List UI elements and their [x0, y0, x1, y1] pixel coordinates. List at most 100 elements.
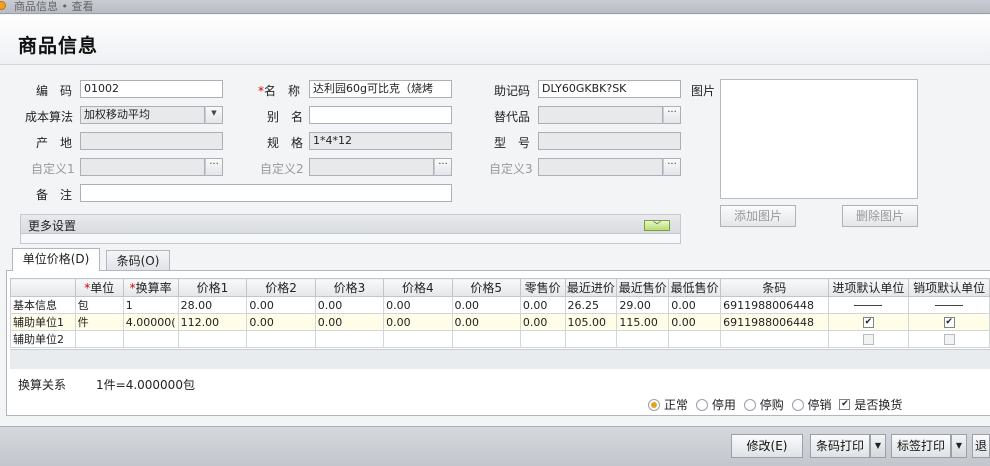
col-header-rate[interactable]: *换算率 [122, 278, 179, 297]
radio-stop-sale[interactable] [791, 398, 804, 411]
cell-price4[interactable] [383, 330, 453, 348]
cell-price3[interactable]: 0.00 [314, 313, 385, 331]
col-header-price3[interactable]: 价格3 [314, 278, 385, 297]
col-header-last-in[interactable]: 最近进价 [564, 278, 618, 297]
barcode-print-button[interactable]: 条码打印 [810, 434, 870, 458]
col-header-in-default[interactable]: 进项默认单位 [827, 278, 910, 297]
cell-price4[interactable]: 0.00 [383, 296, 453, 314]
custom2-picker-icon[interactable]: ··· [434, 158, 452, 176]
table-row[interactable]: 基本信息 包 1 28.00 0.00 0.00 0.00 0.00 0.00 … [10, 296, 990, 314]
checkbox-checked[interactable]: ✔ [862, 317, 874, 328]
tab-unit-price[interactable]: 单位价格(D) [12, 248, 100, 271]
remark-label: 备 注 [36, 188, 73, 202]
model-field[interactable] [538, 132, 681, 150]
cell-price3[interactable]: 0.00 [314, 296, 385, 314]
cell-last-in[interactable] [564, 330, 618, 348]
cell-price4[interactable]: 0.00 [383, 313, 453, 331]
edit-button[interactable]: 修改(E) [731, 434, 803, 458]
custom1-field[interactable] [80, 158, 205, 176]
col-header-price1[interactable]: 价格1 [177, 278, 248, 297]
radio-disabled[interactable] [695, 398, 708, 411]
radio-normal[interactable] [648, 398, 660, 411]
cell-rate[interactable]: 4.00000( [122, 313, 179, 331]
cell-unit[interactable]: 包 [74, 296, 124, 314]
cell-barcode[interactable]: 6911988006448 [720, 313, 829, 331]
origin-field[interactable] [80, 132, 223, 150]
col-header-price2[interactable]: 价格2 [246, 278, 316, 297]
tab-barcode[interactable]: 条码(O) [106, 250, 170, 272]
substitute-picker-icon[interactable]: ··· [663, 106, 681, 124]
name-field[interactable]: 达利园60g可比克（烧烤 [309, 80, 452, 98]
cell-price1[interactable]: 28.00 [177, 296, 248, 314]
cell-min[interactable]: 0.00 [668, 313, 722, 331]
cell-price5[interactable]: 0.00 [451, 313, 521, 331]
col-header-retail[interactable]: 零售价 [519, 278, 566, 297]
custom1-picker-icon[interactable]: ··· [205, 158, 223, 176]
mnemonic-field[interactable]: DLY60GKBK?SK [538, 80, 681, 98]
expand-chevron-icon[interactable]: ﹀ [644, 220, 670, 231]
checkbox-unchecked[interactable] [862, 334, 874, 345]
cell-last-in[interactable]: 105.00 [564, 313, 618, 331]
cell-rate[interactable]: 1 [122, 296, 179, 314]
cell-unit[interactable]: 件 [74, 313, 124, 331]
table-row[interactable]: 辅助单位1 件 4.00000( 112.00 0.00 0.00 0.00 0… [10, 313, 990, 331]
origin-label: 产 地 [36, 136, 73, 150]
custom2-field[interactable] [309, 158, 434, 176]
code-field[interactable]: 01002 [80, 80, 223, 98]
cell-retail[interactable] [519, 330, 566, 348]
custom3-picker-icon[interactable]: ··· [663, 158, 681, 176]
cost-method-dropdown-icon[interactable]: ▼ [205, 106, 223, 124]
label-print-dropdown-icon[interactable]: ▼ [951, 434, 967, 458]
cell-unit[interactable] [74, 330, 124, 348]
more-settings-header[interactable]: 更多设置 ﹀ [21, 215, 680, 234]
substitute-field[interactable] [538, 106, 663, 124]
delete-image-button[interactable]: 删除图片 [842, 205, 918, 227]
cell-retail[interactable]: 0.00 [519, 313, 566, 331]
exchange-checkbox[interactable]: ✔ [839, 399, 851, 410]
cell-out-default[interactable]: ✔ [908, 313, 990, 331]
exit-button[interactable]: 退 [972, 434, 990, 458]
cell-retail[interactable]: 0.00 [519, 296, 566, 314]
cell-price5[interactable]: 0.00 [451, 296, 521, 314]
col-header-last-out[interactable]: 最近售价 [616, 278, 670, 297]
cell-price1[interactable]: 112.00 [177, 313, 248, 331]
cell-rate[interactable] [122, 330, 179, 348]
checkbox-unchecked[interactable] [943, 334, 955, 345]
col-header-barcode[interactable]: 条码 [720, 278, 829, 297]
table-row[interactable]: 辅助单位2 [10, 330, 990, 348]
col-header-price5[interactable]: 价格5 [451, 278, 521, 297]
spec-field[interactable]: 1*4*12 [309, 132, 452, 150]
cell-price2[interactable]: 0.00 [246, 313, 316, 331]
custom3-field[interactable] [538, 158, 663, 176]
cell-out-default[interactable] [908, 330, 990, 348]
col-header-out-default[interactable]: 销项默认单位 [908, 278, 990, 297]
cell-price2[interactable]: 0.00 [246, 296, 316, 314]
cell-last-out[interactable] [616, 330, 670, 348]
cell-last-in[interactable]: 26.25 [564, 296, 618, 314]
cell-last-out[interactable]: 29.00 [616, 296, 670, 314]
add-image-button[interactable]: 添加图片 [720, 205, 796, 227]
cell-barcode[interactable] [720, 330, 829, 348]
cell-last-out[interactable]: 115.00 [616, 313, 670, 331]
radio-stop-purchase[interactable] [743, 398, 756, 411]
checkbox-checked[interactable]: ✔ [943, 317, 955, 328]
row-name: 辅助单位1 [10, 313, 76, 331]
image-label: 图片 [691, 84, 716, 98]
cell-barcode[interactable]: 6911988006448 [720, 296, 829, 314]
cell-price1[interactable] [177, 330, 248, 348]
col-header-unit[interactable]: *单位 [74, 278, 124, 297]
cell-price2[interactable] [246, 330, 316, 348]
col-header-min[interactable]: 最低售价 [668, 278, 722, 297]
cost-method-select[interactable]: 加权移动平均 [80, 106, 205, 124]
remark-field[interactable] [80, 184, 452, 202]
cell-price3[interactable] [314, 330, 385, 348]
col-header-price4[interactable]: 价格4 [383, 278, 453, 297]
cell-price5[interactable] [451, 330, 521, 348]
alias-field[interactable] [309, 106, 452, 124]
cell-min[interactable] [668, 330, 722, 348]
label-print-button[interactable]: 标签打印 [891, 434, 951, 458]
cell-min[interactable]: 0.00 [668, 296, 722, 314]
barcode-print-dropdown-icon[interactable]: ▼ [870, 434, 886, 458]
cell-in-default[interactable]: ✔ [827, 313, 910, 331]
cell-in-default[interactable] [827, 330, 910, 348]
